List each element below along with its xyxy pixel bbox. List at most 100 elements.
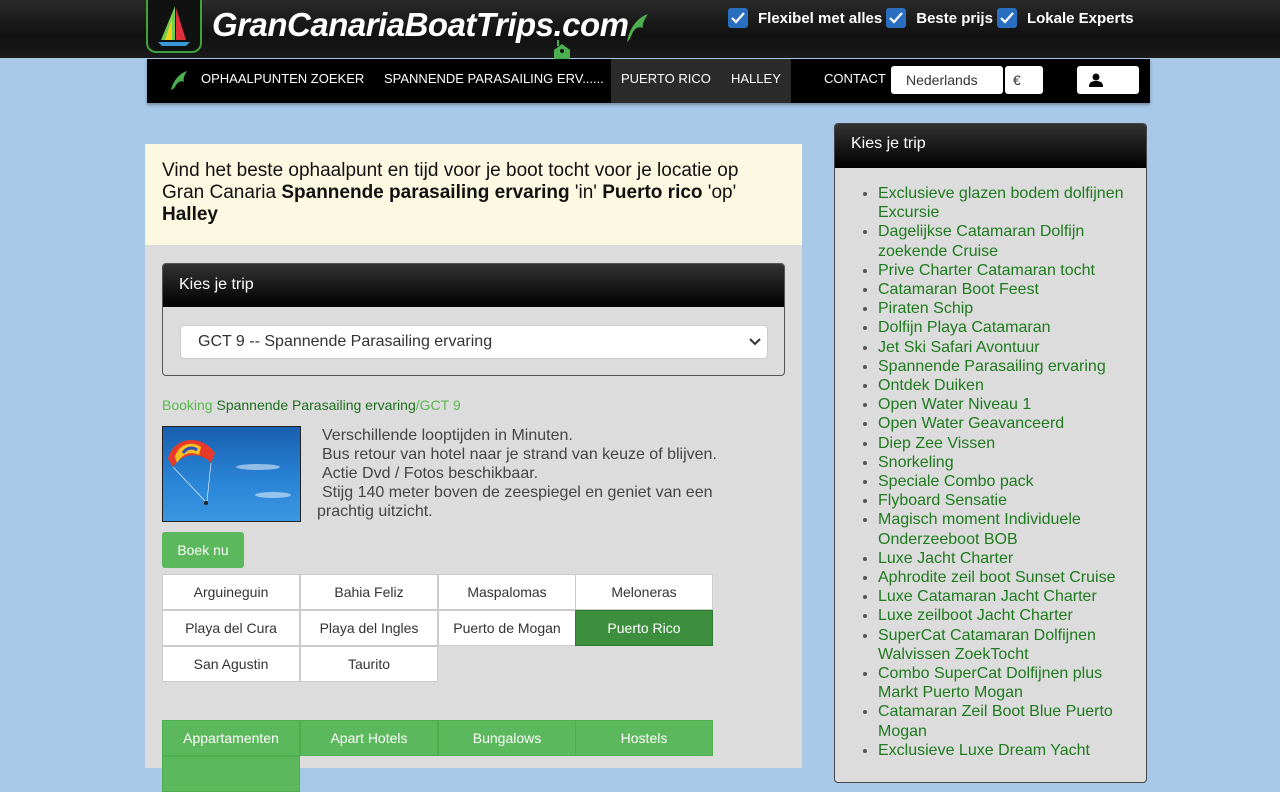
list-item: Snorkeling: [878, 453, 1146, 472]
location-button-arguineguin[interactable]: Arguineguin: [162, 574, 300, 610]
feature-label: Lokale Experts: [1026, 9, 1134, 27]
book-now-button[interactable]: Boek nu: [162, 532, 244, 568]
list-item: Exclusieve Luxe Dream Yacht: [878, 741, 1146, 760]
location-button-maspalomas[interactable]: Maspalomas: [438, 574, 576, 610]
accommodation-button-hostels[interactable]: Hostels: [575, 720, 713, 756]
feature-item: Flexibel met alles: [728, 8, 882, 28]
sidebar-link[interactable]: Magisch moment Individuele Onderzeeboot …: [878, 511, 1081, 547]
sidebar-link[interactable]: Exclusieve Luxe Dream Yacht: [878, 742, 1090, 759]
logo-badge[interactable]: [146, 0, 202, 53]
location-button-taurito[interactable]: Taurito: [300, 646, 438, 682]
notice-op: 'op': [702, 182, 737, 203]
sidebar-link[interactable]: Prive Charter Catamaran tocht: [878, 262, 1095, 279]
list-item: Luxe zeilboot Jacht Charter: [878, 606, 1146, 625]
nav-item-halley[interactable]: HALLEY: [721, 59, 791, 103]
dolphin-icon[interactable]: [169, 70, 189, 92]
sidebar-link[interactable]: Luxe zeilboot Jacht Charter: [878, 607, 1073, 624]
main-navbar: OPHAALPUNTEN ZOEKER SPANNENDE PARASAILIN…: [147, 59, 1150, 103]
sidebar-link[interactable]: Combo SuperCat Dolfijnen plus Markt Puer…: [878, 665, 1102, 701]
location-button-puerto-de-mogan[interactable]: Puerto de Mogan: [438, 610, 576, 646]
dolphin-icon: [627, 14, 648, 42]
sidebar-link[interactable]: Exclusieve glazen bodem dolfijnen Excurs…: [878, 185, 1123, 221]
location-button-puerto-rico[interactable]: Puerto Rico: [575, 610, 713, 646]
sidebar-link[interactable]: Flyboard Sensatie: [878, 492, 1007, 509]
nav-item-puerto-rico[interactable]: PUERTO RICO: [611, 59, 721, 103]
list-item: Dagelijkse Catamaran Dolfijn zoekende Cr…: [878, 222, 1146, 260]
sidebar-link[interactable]: Luxe Jacht Charter: [878, 550, 1013, 567]
sidebar-link[interactable]: Piraten Schip: [878, 300, 973, 317]
breadcrumb: Booking Spannende Parasailing ervaring/G…: [162, 397, 461, 413]
user-account-button[interactable]: [1077, 66, 1139, 94]
breadcrumb-trip[interactable]: Spannende Parasailing ervaring: [216, 397, 415, 413]
accommodation-button-more[interactable]: [162, 756, 300, 792]
list-item: Ontdek Duiken: [878, 376, 1146, 395]
checkbox-checked-icon: [728, 8, 748, 28]
sidebar-link[interactable]: Dagelijkse Catamaran Dolfijn zoekende Cr…: [878, 223, 1084, 259]
sidebar-link[interactable]: Catamaran Zeil Boot Blue Puerto Mogan: [878, 703, 1113, 739]
sidebar-title: Kies je trip: [835, 124, 1146, 168]
sidebar-link[interactable]: Snorkeling: [878, 454, 954, 471]
sidebar-link[interactable]: Dolfijn Playa Catamaran: [878, 319, 1051, 336]
description-line: Actie Dvd / Fotos beschikbaar.: [322, 465, 539, 482]
list-item: Combo SuperCat Dolfijnen plus Markt Puer…: [878, 664, 1146, 702]
currency-value: €: [1013, 72, 1021, 88]
main-content: Kies je trip GCT 9 -- Spannende Parasail…: [145, 245, 802, 792]
intro-notice: Vind het beste ophaalpunt en tijd voor j…: [145, 144, 802, 245]
list-item: Catamaran Zeil Boot Blue Puerto Mogan: [878, 702, 1146, 740]
chevron-down-icon: [749, 338, 761, 346]
feature-label: Flexibel met alles: [758, 9, 883, 27]
site-logo-text[interactable]: GranCanariaBoatTrips.com: [212, 6, 629, 44]
accommodation-button-appartamenten[interactable]: Appartamenten: [162, 720, 300, 756]
location-button-san-agustin[interactable]: San Agustin: [162, 646, 300, 682]
list-item: Prive Charter Catamaran tocht: [878, 261, 1146, 280]
sidebar-link[interactable]: Open Water Niveau 1: [878, 396, 1031, 413]
sidebar-link[interactable]: SuperCat Catamaran Dolfijnen Walvissen Z…: [878, 627, 1096, 663]
list-item: Catamaran Boot Feest: [878, 280, 1146, 299]
sidebar-link[interactable]: Open Water Geavanceerd: [878, 415, 1064, 432]
location-button-playa-del-cura[interactable]: Playa del Cura: [162, 610, 300, 646]
sidebar-link[interactable]: Spannende Parasailing ervaring: [878, 358, 1106, 375]
sidebar-link[interactable]: Catamaran Boot Feest: [878, 281, 1039, 298]
nav-item-parasailing[interactable]: SPANNENDE PARASAILING ERV......: [384, 59, 604, 103]
feature-label: Beste prijs: [916, 9, 993, 27]
language-select[interactable]: Nederlands: [891, 66, 1003, 94]
location-button-playa-del-ingles[interactable]: Playa del Ingles: [300, 610, 438, 646]
trip-select-value: GCT 9 -- Spannende Parasailing ervaring: [198, 333, 493, 350]
notice-location: Puerto rico: [602, 182, 703, 203]
sidebar-link[interactable]: Speciale Combo pack: [878, 473, 1034, 490]
list-item: Luxe Jacht Charter: [878, 549, 1146, 568]
description-line: prachtig uitzicht.: [317, 503, 433, 520]
feature-item: Lokale Experts: [996, 8, 1134, 28]
sidebar-link[interactable]: Jet Ski Safari Avontuur: [878, 339, 1040, 356]
trip-panel: Kies je trip GCT 9 -- Spannende Parasail…: [162, 263, 785, 376]
notice-place: Halley: [162, 204, 218, 225]
list-item: Dolfijn Playa Catamaran: [878, 318, 1146, 337]
sidebar-link[interactable]: Diep Zee Vissen: [878, 435, 995, 452]
trip-description: Verschillende looptijden in Minuten. Bus…: [317, 426, 762, 521]
feature-list: Flexibel met alles Beste prijs Lokale Ex…: [728, 8, 1138, 28]
currency-select[interactable]: €: [1005, 66, 1043, 94]
accommodation-button-bungalows[interactable]: Bungalows: [438, 720, 576, 756]
list-item: Open Water Geavanceerd: [878, 414, 1146, 433]
sidebar-link[interactable]: Ontdek Duiken: [878, 377, 984, 394]
accommodation-button-apart-hotels[interactable]: Apart Hotels: [300, 720, 438, 756]
list-item: Open Water Niveau 1: [878, 395, 1146, 414]
list-item: Piraten Schip: [878, 299, 1146, 318]
breadcrumb-code: /GCT 9: [415, 397, 461, 413]
location-button-meloneras[interactable]: Meloneras: [575, 574, 713, 610]
list-item: Flyboard Sensatie: [878, 491, 1146, 510]
sidebar-link[interactable]: Aphrodite zeil boot Sunset Cruise: [878, 569, 1115, 586]
location-button-bahia-feliz[interactable]: Bahia Feliz: [300, 574, 438, 610]
nav-item-ophaalpunten[interactable]: OPHAALPUNTEN ZOEKER: [201, 59, 364, 103]
checkbox-checked-icon: [996, 8, 1017, 28]
trip-photo: [162, 426, 301, 522]
list-item: Diep Zee Vissen: [878, 434, 1146, 453]
nav-item-contact[interactable]: CONTACT: [824, 59, 886, 103]
trip-select[interactable]: GCT 9 -- Spannende Parasailing ervaring: [180, 325, 768, 359]
breadcrumb-booking[interactable]: Booking: [162, 397, 213, 413]
notice-in: 'in': [569, 182, 603, 203]
list-item: Aphrodite zeil boot Sunset Cruise: [878, 568, 1146, 587]
windsurf-logo-icon: [158, 6, 190, 46]
trip-panel-title: Kies je trip: [163, 264, 784, 307]
sidebar-link[interactable]: Luxe Catamaran Jacht Charter: [878, 588, 1097, 605]
